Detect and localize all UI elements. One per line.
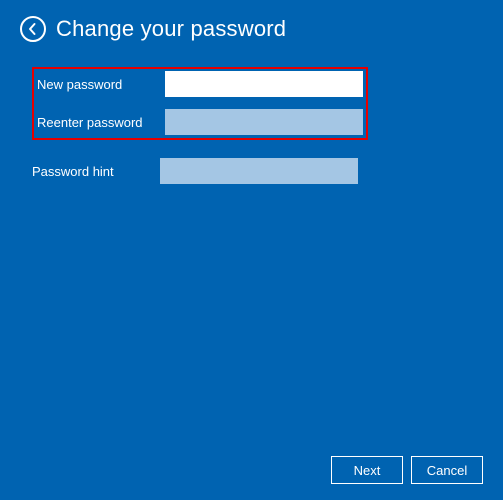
header: Change your password	[0, 0, 503, 47]
next-button[interactable]: Next	[331, 456, 403, 484]
new-password-label: New password	[37, 77, 165, 92]
reenter-password-label: Reenter password	[37, 115, 165, 130]
back-button[interactable]	[20, 16, 46, 42]
back-arrow-icon	[26, 22, 40, 36]
page-title: Change your password	[56, 16, 286, 42]
footer-buttons: Next Cancel	[331, 456, 483, 484]
password-form: New password Reenter password Password h…	[0, 67, 503, 184]
password-hint-input[interactable]	[160, 158, 358, 184]
new-password-input[interactable]	[165, 71, 363, 97]
password-hint-label: Password hint	[32, 164, 160, 179]
reenter-password-input[interactable]	[165, 109, 363, 135]
highlighted-password-fields: New password Reenter password	[32, 67, 368, 140]
cancel-button[interactable]: Cancel	[411, 456, 483, 484]
